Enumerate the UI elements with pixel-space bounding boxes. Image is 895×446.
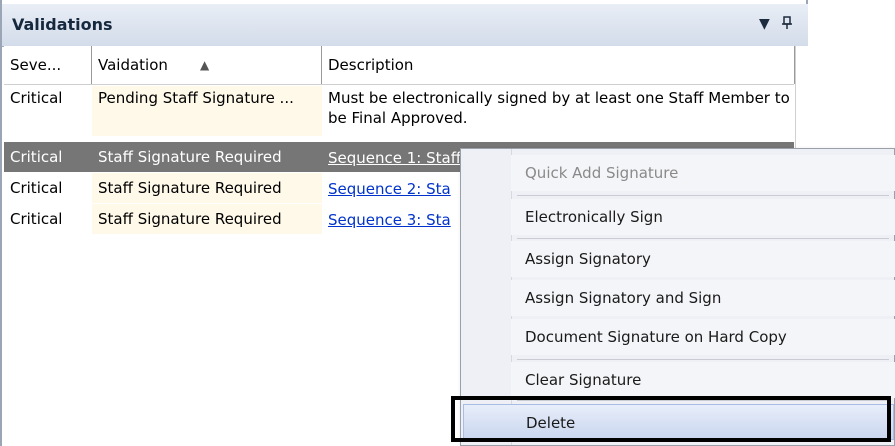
validation-cell: Staff Signature Required <box>92 204 322 234</box>
column-header-validation-label: Vaidation <box>98 56 168 74</box>
column-header-validation[interactable]: Vaidation ▲ <box>92 46 322 84</box>
validation-cell: Pending Staff Signature ... <box>92 86 322 136</box>
menu-separator <box>517 195 889 196</box>
menu-item-assign-signatory[interactable]: Assign Signatory <box>511 241 895 277</box>
sequence-link[interactable]: Sequence 3: Sta <box>328 211 451 229</box>
menu-item-label: Document Signature on Hard Copy <box>525 328 787 346</box>
menu-item-document-signature-hard-copy[interactable]: Document Signature on Hard Copy <box>511 319 895 355</box>
menu-separator <box>517 238 889 239</box>
pin-icon[interactable] <box>781 16 793 34</box>
menu-item-delete[interactable]: Delete <box>463 404 894 440</box>
menu-item-electronically-sign[interactable]: Electronically Sign <box>511 199 895 235</box>
menu-separator <box>517 400 889 401</box>
menu-item-assign-signatory-and-sign[interactable]: Assign Signatory and Sign <box>511 280 895 316</box>
menu-item-label: Clear Signature <box>525 371 642 389</box>
severity-cell: Critical <box>10 179 63 197</box>
column-header-severity[interactable]: Seve... <box>4 46 92 84</box>
menu-item-quick-add-signature[interactable]: Quick Add Signature ▶ <box>511 155 895 191</box>
menu-item-label: Assign Signatory and Sign <box>525 289 722 307</box>
menu-item-clear-signature[interactable]: Clear Signature <box>511 362 895 398</box>
column-header-severity-label: Seve... <box>10 56 62 74</box>
severity-cell: Critical <box>10 89 63 107</box>
validation-cell: Staff Signature Required <box>92 173 322 203</box>
validation-cell: Staff Signature Required <box>92 142 322 172</box>
menu-separator <box>517 359 889 360</box>
sequence-link[interactable]: Sequence 1: Staff <box>328 149 461 167</box>
panel-dropdown-icon[interactable]: ▼ <box>759 16 770 32</box>
sequence-link[interactable]: Sequence 2: Sta <box>328 180 451 198</box>
severity-cell: Critical <box>10 210 63 228</box>
column-header-row: Seve... Vaidation ▲ Description <box>4 46 795 85</box>
menu-item-label: Electronically Sign <box>525 208 663 226</box>
menu-icon-gutter <box>461 149 512 445</box>
context-menu: Quick Add Signature ▶ Electronically Sig… <box>460 148 895 446</box>
column-header-description-label: Description <box>328 56 414 74</box>
panel-header: Validations ▼ <box>2 4 808 47</box>
panel-title: Validations <box>12 15 113 34</box>
sort-ascending-icon: ▲ <box>200 58 210 72</box>
description-cell: Must be electronically signed by at leas… <box>328 89 790 127</box>
menu-item-label: Quick Add Signature <box>525 164 679 182</box>
severity-cell: Critical <box>4 142 92 172</box>
menu-item-label: Delete <box>526 414 576 432</box>
menu-item-label: Assign Signatory <box>525 250 651 268</box>
column-header-description[interactable]: Description <box>322 46 795 84</box>
table-row[interactable]: Critical Pending Staff Signature ... Mus… <box>4 86 794 136</box>
